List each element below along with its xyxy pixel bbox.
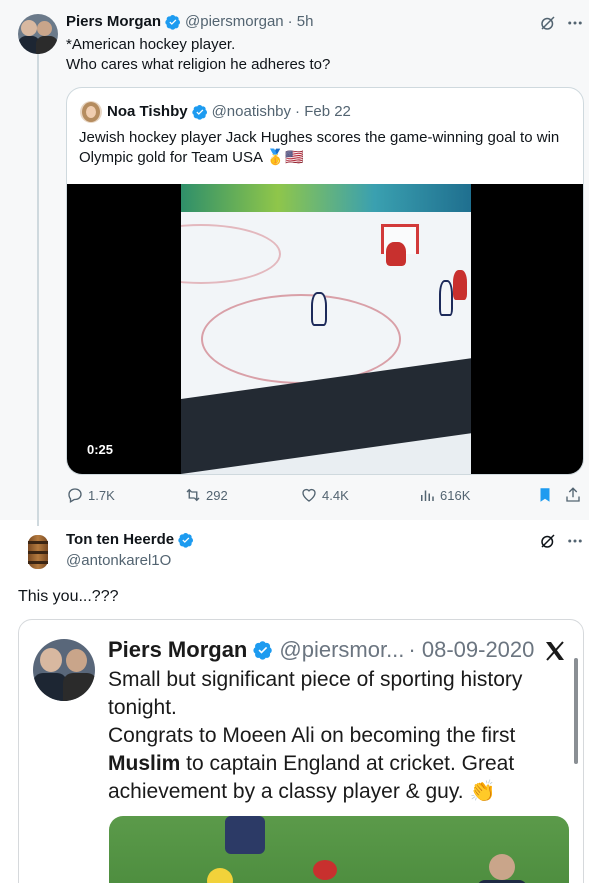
- verified-badge-icon: [165, 14, 181, 30]
- embedded-avatar: [33, 639, 95, 701]
- verified-badge-icon: [178, 532, 194, 548]
- tweet-text: *American hockey player. Who cares what …: [66, 35, 330, 75]
- embedded-text-line: tonight.: [108, 696, 177, 719]
- reply-text: This you...???: [18, 588, 119, 605]
- quoted-avatar[interactable]: [80, 101, 102, 123]
- tweet-text-line: Who cares what religion he adheres to?: [66, 56, 331, 73]
- video-frame: [181, 184, 471, 474]
- author-name[interactable]: Piers Morgan: [66, 13, 161, 30]
- bookmark-button[interactable]: [536, 486, 558, 504]
- tweet-header: Piers Morgan @piersmorgan · 5h: [66, 13, 314, 30]
- views-button[interactable]: 616K: [418, 486, 470, 504]
- quoted-author-handle[interactable]: @noatishby: [212, 103, 291, 120]
- quoted-tweet-text: Jewish hockey player Jack Hughes scores …: [79, 128, 579, 168]
- author-handle[interactable]: @piersmorgan: [185, 13, 284, 30]
- embedded-text-line: Muslim to captain England at cricket. Gr…: [108, 750, 558, 778]
- thread-connector-line: [37, 54, 39, 526]
- tweet-piers-morgan[interactable]: Piers Morgan @piersmorgan · 5h *American…: [0, 0, 589, 526]
- embedded-text-line: Small but significant piece of sporting …: [108, 668, 523, 691]
- tweet-actions: 1.7K 292 4.4K 616K: [66, 486, 584, 506]
- heart-icon: [302, 488, 316, 502]
- embedded-tweet-text: Small but significant piece of sporting …: [108, 666, 558, 806]
- analytics-icon: [421, 490, 434, 501]
- like-count: 4.4K: [322, 487, 349, 503]
- verified-badge-icon: [191, 104, 207, 120]
- share-icon: [566, 487, 580, 502]
- embedded-tweet-header: Piers Morgan @piersmor... · 08-09-2020: [108, 637, 534, 663]
- reply-author-handle[interactable]: @antonkarel1O: [66, 552, 171, 569]
- reply-avatar[interactable]: [18, 532, 58, 572]
- view-count: 616K: [440, 487, 471, 503]
- quoted-tweet[interactable]: Noa Tishby @noatishby · Feb 22 Jewish ho…: [66, 87, 584, 475]
- repost-button[interactable]: 292: [184, 486, 228, 504]
- quoted-author-name[interactable]: Noa Tishby: [107, 103, 188, 120]
- embedded-date: · 08-09-2020: [408, 637, 535, 662]
- x-logo-icon: [546, 641, 564, 661]
- more-options-icon[interactable]: [566, 14, 584, 32]
- quoted-text-line: Olympic gold for Team USA 🥇🇺🇸: [79, 149, 304, 166]
- more-options-icon[interactable]: [566, 532, 584, 550]
- embedded-text-line: Congrats to Moeen Ali on becoming the fi…: [108, 724, 516, 747]
- embedded-bold-word: Muslim: [108, 752, 181, 775]
- quoted-text-line: Jewish hockey player Jack Hughes scores …: [79, 129, 560, 146]
- tweet-text-line: *American hockey player.: [66, 36, 236, 53]
- reply-icon: [68, 488, 82, 503]
- bookmark-icon: [540, 488, 550, 502]
- avatar[interactable]: [18, 14, 58, 54]
- embedded-author-name: Piers Morgan: [108, 637, 248, 662]
- timestamp[interactable]: · 5h: [288, 13, 314, 30]
- reply-count: 1.7K: [88, 487, 115, 503]
- grok-icon[interactable]: [539, 14, 557, 32]
- verified-badge-icon: [253, 641, 273, 660]
- video-duration: 0:25: [87, 442, 114, 457]
- quoted-tweet-header: Noa Tishby @noatishby · Feb 22: [107, 103, 351, 120]
- reply-header: Ton ten Heerde: [66, 531, 198, 548]
- grok-icon[interactable]: [539, 532, 557, 550]
- like-button[interactable]: 4.4K: [300, 486, 349, 504]
- share-button[interactable]: [564, 486, 586, 504]
- embedded-author-handle: @piersmor...: [279, 637, 405, 662]
- embedded-tweet-image[interactable]: Piers Morgan @piersmor... · 08-09-2020 S…: [18, 619, 584, 883]
- video-player[interactable]: 0:25: [67, 184, 583, 474]
- reply-button[interactable]: 1.7K: [66, 486, 115, 504]
- quoted-timestamp[interactable]: · Feb 22: [295, 103, 351, 120]
- embedded-scrollbar: [574, 658, 578, 764]
- reply-author-name[interactable]: Ton ten Heerde: [66, 531, 174, 548]
- repost-icon: [186, 488, 200, 502]
- embedded-text-rest: to captain England at cricket. Great: [180, 752, 515, 775]
- embedded-cricket-photo: [109, 816, 569, 883]
- embedded-text-line: achievement by a classy player & guy. 👏: [108, 780, 496, 803]
- repost-count: 292: [206, 487, 228, 503]
